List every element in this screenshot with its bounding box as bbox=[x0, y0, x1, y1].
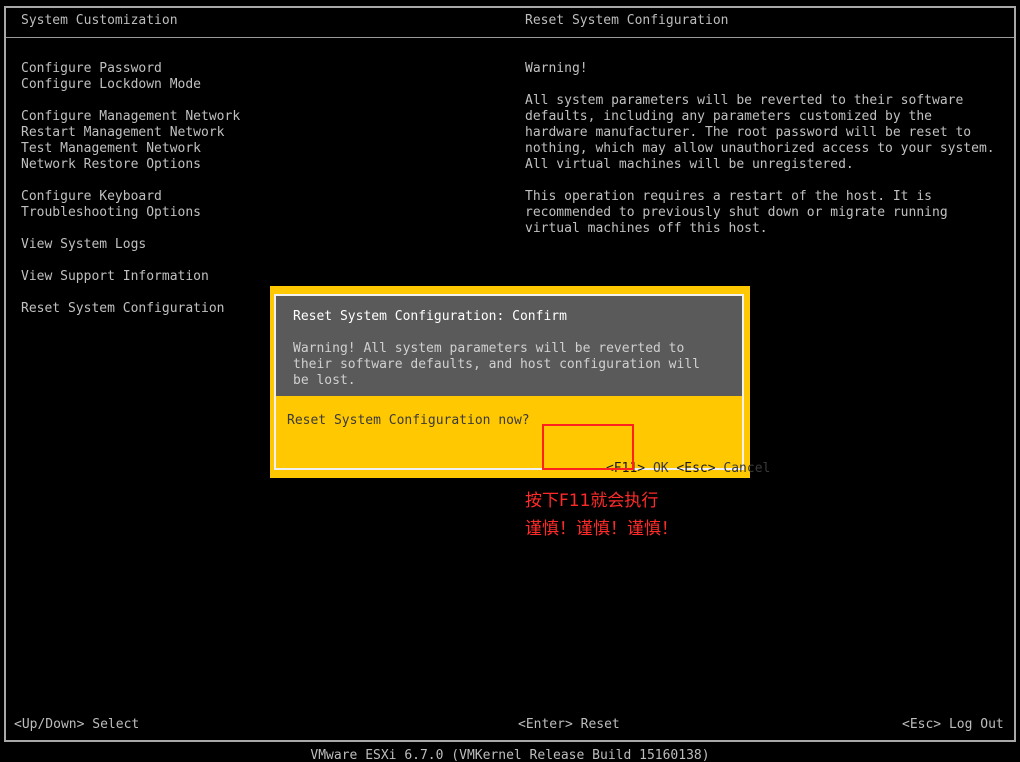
info-warning-heading: Warning! bbox=[525, 61, 588, 76]
system-customization-menu: Configure Password Configure Lockdown Mo… bbox=[21, 61, 240, 317]
info-paragraph-restart: This operation requires a restart of the… bbox=[525, 189, 948, 236]
logout-hint[interactable]: <Esc> Log Out bbox=[902, 717, 1004, 733]
cancel-key-label: <Esc> bbox=[676, 461, 716, 476]
confirm-dialog-warning: Warning! All system parameters will be r… bbox=[293, 341, 700, 388]
menu-item-network-restore-options[interactable]: Network Restore Options bbox=[21, 157, 240, 173]
version-string: VMware ESXi 6.7.0 (VMKernel Release Buil… bbox=[310, 748, 710, 762]
menu-item-configure-keyboard[interactable]: Configure Keyboard bbox=[21, 189, 240, 205]
menu-item-troubleshooting-options[interactable]: Troubleshooting Options bbox=[21, 205, 240, 221]
menu-item-configure-lockdown-mode[interactable]: Configure Lockdown Mode bbox=[21, 77, 240, 93]
menu-item-configure-management-network[interactable]: Configure Management Network bbox=[21, 109, 240, 125]
ok-label: OK bbox=[652, 461, 669, 476]
right-panel-title: Reset System Configuration bbox=[525, 13, 729, 28]
menu-item-restart-management-network[interactable]: Restart Management Network bbox=[21, 125, 240, 141]
info-paragraph-revert: All system parameters will be reverted t… bbox=[525, 93, 995, 172]
left-panel-title: System Customization bbox=[21, 13, 178, 28]
select-hint[interactable]: <Up/Down> Select bbox=[14, 717, 139, 733]
cancel-button[interactable]: <Esc> Cancel bbox=[676, 461, 770, 477]
confirm-dialog-title: Reset System Configuration: Confirm bbox=[293, 309, 567, 324]
menu-item-reset-system-configuration[interactable]: Reset System Configuration bbox=[21, 301, 240, 317]
header-divider bbox=[6, 37, 1014, 38]
confirm-dialog-header: Reset System Configuration: Confirm Warn… bbox=[274, 294, 744, 396]
ok-highlight-box bbox=[542, 424, 634, 470]
reset-info-panel: Warning! All system parameters will be r… bbox=[525, 61, 1005, 253]
reset-hint[interactable]: <Enter> Reset bbox=[518, 717, 620, 733]
caution-annotation: 按下F11就会执行 谨慎！谨慎！谨慎！ bbox=[525, 491, 678, 539]
menu-item-test-management-network[interactable]: Test Management Network bbox=[21, 141, 240, 157]
menu-item-view-support-information[interactable]: View Support Information bbox=[21, 269, 240, 285]
cancel-label: Cancel bbox=[723, 461, 771, 476]
confirm-question: Reset System Configuration now? bbox=[287, 413, 530, 428]
confirm-dialog-body: Reset System Configuration now? <F11> OK… bbox=[274, 396, 770, 476]
menu-item-view-system-logs[interactable]: View System Logs bbox=[21, 237, 240, 253]
confirm-dialog: Reset System Configuration: Confirm Warn… bbox=[270, 286, 770, 478]
menu-item-configure-password[interactable]: Configure Password bbox=[21, 61, 240, 77]
